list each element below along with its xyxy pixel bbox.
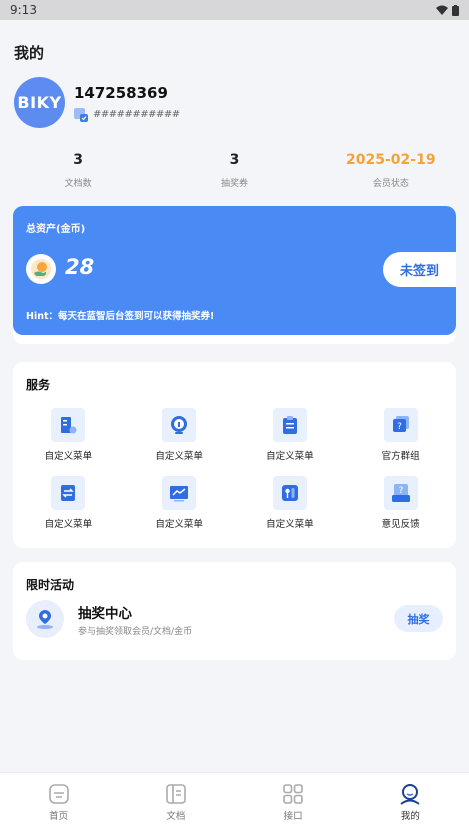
- assets-title: 总资产(金币): [26, 224, 86, 235]
- swap-doc-icon: [51, 476, 86, 510]
- battery-icon: [452, 4, 459, 16]
- assets-card: 总资产(金币) 28 未签到 Hint：每天在蓝智后台签到可以获得抽奖券!: [13, 206, 456, 335]
- svg-text:?: ?: [397, 422, 402, 432]
- verified-shield-icon: [74, 107, 88, 122]
- checkin-button[interactable]: 未签到: [383, 252, 456, 287]
- services-card: 服务 自定义菜单 自定义菜单 自定义菜单 ? 官方群组 自定义菜单 自定义菜单 …: [13, 362, 456, 548]
- service-label: 自定义菜单: [266, 519, 314, 530]
- tab-label: 首页: [49, 811, 69, 822]
- stat-lottery-tickets[interactable]: 3 抽奖券: [156, 152, 312, 189]
- stat-documents[interactable]: 3 文档数: [0, 152, 156, 189]
- section-title: 服务: [26, 378, 51, 392]
- avatar[interactable]: BIKY: [14, 77, 65, 128]
- user-id-row: ###########: [74, 107, 180, 122]
- status-bar: 9:13: [0, 0, 469, 20]
- stat-label: 文档数: [64, 179, 92, 189]
- service-label: 自定义菜单: [266, 451, 314, 462]
- lottery-subtitle: 参与抽奖领取会员/文档/金币: [78, 627, 193, 637]
- lottery-button[interactable]: 抽奖: [394, 605, 443, 632]
- service-item[interactable]: 自定义菜单: [13, 408, 124, 462]
- home-icon: [48, 784, 69, 804]
- tab-label: 我的: [400, 811, 420, 822]
- service-label: 自定义菜单: [44, 519, 93, 530]
- feedback-box-icon: ?: [383, 476, 418, 510]
- lottery-title[interactable]: 抽奖中心: [78, 602, 132, 622]
- service-item[interactable]: 自定义菜单: [235, 476, 346, 530]
- profile-icon: [400, 784, 420, 805]
- stat-value: 3: [73, 152, 84, 168]
- stat-value: 3: [229, 152, 240, 168]
- status-time: 9:13: [10, 3, 37, 17]
- username: 147258369: [74, 83, 168, 102]
- coin-icon: [26, 254, 56, 284]
- api-grid-icon: [283, 784, 303, 804]
- chat-question-icon: ?: [383, 408, 418, 442]
- services-grid: 自定义菜单 自定义菜单 自定义菜单 ? 官方群组 自定义菜单 自定义菜单 自定义…: [13, 408, 456, 530]
- service-item[interactable]: 自定义菜单: [13, 476, 124, 530]
- chart-line-icon: [162, 476, 197, 510]
- info-circle-icon: [162, 408, 197, 442]
- tab-label: 接口: [283, 811, 303, 822]
- profile-header[interactable]: BIKY 147258369 ###########: [14, 77, 180, 128]
- stat-value: 2025-02-19: [346, 152, 436, 168]
- stat-label: 抽奖券: [220, 179, 248, 189]
- page-title: 我的: [14, 44, 45, 62]
- service-item[interactable]: 自定义菜单: [124, 476, 235, 530]
- status-icons: [436, 4, 459, 16]
- lottery-pin-icon: [26, 600, 64, 638]
- activity-card: 限时活动 抽奖中心 参与抽奖领取会员/文档/金币 抽奖: [13, 562, 456, 660]
- service-label: 自定义菜单: [155, 451, 203, 462]
- user-id: ###########: [93, 109, 180, 120]
- tools-icon: [272, 476, 307, 510]
- stat-label: 会员状态: [372, 179, 409, 189]
- tab-api[interactable]: 接口: [235, 773, 352, 834]
- clipboard-list-icon: [272, 408, 307, 442]
- coin-balance: 28: [65, 255, 95, 279]
- tab-documents[interactable]: 文档: [117, 773, 234, 834]
- building-doc-icon: [51, 408, 86, 442]
- tab-profile[interactable]: 我的: [352, 773, 469, 834]
- wifi-icon: [436, 5, 448, 15]
- service-item[interactable]: ? 意见反馈: [345, 476, 456, 530]
- checkin-hint: Hint：每天在蓝智后台签到可以获得抽奖券!: [26, 311, 215, 322]
- service-label: 自定义菜单: [155, 519, 203, 530]
- service-label: 意见反馈: [381, 519, 420, 530]
- document-icon: [166, 784, 186, 804]
- bottom-tabbar: 首页 文档 接口 我的: [0, 772, 469, 834]
- service-label: 官方群组: [381, 451, 420, 462]
- profile-info: 147258369 ###########: [74, 84, 180, 122]
- service-label: 自定义菜单: [44, 451, 93, 462]
- service-item[interactable]: ? 官方群组: [345, 408, 456, 462]
- svg-text:?: ?: [398, 486, 403, 496]
- section-title: 限时活动: [26, 578, 75, 592]
- service-item[interactable]: 自定义菜单: [235, 408, 346, 462]
- stat-membership[interactable]: 2025-02-19 会员状态: [313, 152, 469, 189]
- tab-home[interactable]: 首页: [0, 773, 117, 834]
- stats-row: 3 文档数 3 抽奖券 2025-02-19 会员状态: [0, 152, 469, 189]
- tab-label: 文档: [166, 811, 186, 822]
- service-item[interactable]: 自定义菜单: [124, 408, 235, 462]
